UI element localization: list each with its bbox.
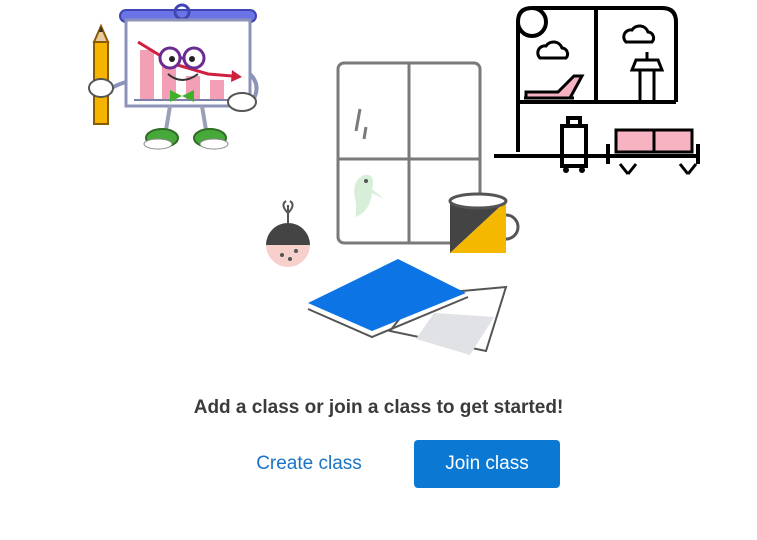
desk-window-illustration [266,61,520,355]
class-actions: Create class Join class [0,440,757,488]
empty-state-message: Add a class or join a class to get start… [193,397,564,418]
join-class-button[interactable]: Join class [414,440,560,488]
create-class-button[interactable]: Create class [238,440,380,488]
presentation-board-mascot-illustration [88,3,259,150]
